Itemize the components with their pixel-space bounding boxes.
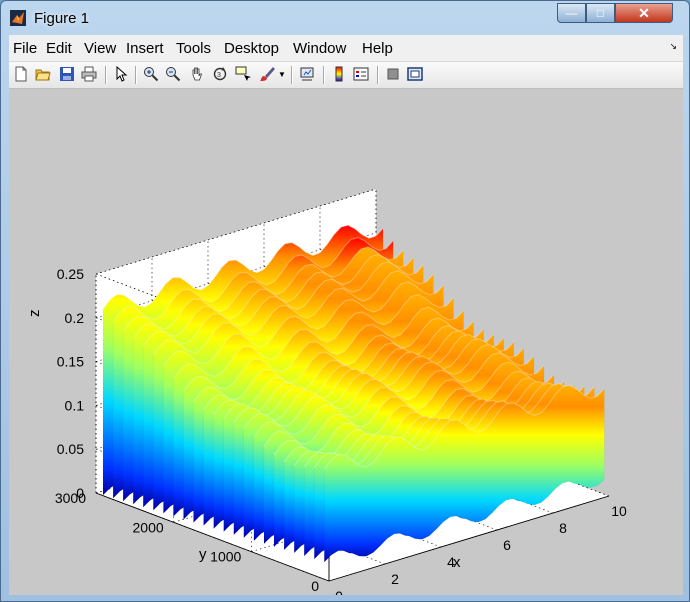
maximize-button[interactable]: □ (586, 3, 615, 23)
pan-hand-icon[interactable] (189, 66, 205, 82)
close-button[interactable]: ✕ (615, 3, 673, 23)
menu-file[interactable]: File (13, 40, 37, 57)
menu-view[interactable]: View (84, 40, 116, 57)
toolbar-separator (291, 66, 293, 84)
z-tick-label: 0.15 (57, 354, 84, 370)
menu-insert[interactable]: Insert (126, 40, 164, 57)
zoom-in-icon[interactable] (143, 66, 159, 82)
minimize-button[interactable]: — (557, 3, 586, 23)
toolbar-separator (377, 66, 379, 84)
menu-bar: File Edit View Insert Tools Desktop Wind… (9, 35, 683, 62)
z-tick-label: 0.05 (57, 441, 84, 457)
z-axis-label: z (26, 310, 43, 318)
colorbar-icon[interactable] (331, 66, 347, 82)
menu-window[interactable]: Window (293, 40, 346, 57)
y-tick-label: 1000 (210, 549, 241, 565)
svg-text:3: 3 (217, 72, 221, 79)
data-cursor-icon[interactable] (235, 66, 251, 82)
figure-canvas[interactable]: 0246810010002000300000.050.10.150.20.25 … (9, 89, 683, 602)
y-axis-label: y (199, 546, 207, 563)
z-tick-label: 0.25 (57, 266, 84, 282)
z-tick-label: 0.1 (65, 397, 85, 413)
menu-edit[interactable]: Edit (46, 40, 72, 57)
y-tick-label: 2000 (133, 519, 164, 535)
figure-toolbar: 3 ▼ (9, 62, 683, 89)
hide-tools-icon[interactable] (385, 66, 401, 82)
show-tools-icon[interactable] (407, 66, 423, 82)
legend-icon[interactable] (353, 66, 369, 82)
x-tick-label: 6 (503, 537, 511, 553)
x-axis-label: x (453, 554, 461, 571)
x-tick-label: 0 (335, 588, 343, 595)
toolbar-separator (323, 66, 325, 84)
x-tick-label: 8 (559, 520, 567, 536)
rotate-3d-icon[interactable]: 3 (212, 66, 228, 82)
print-icon[interactable] (81, 66, 97, 82)
menubar-dock-arrow-icon[interactable]: ↘ (669, 41, 677, 52)
menu-help[interactable]: Help (362, 40, 393, 57)
menu-tools[interactable]: Tools (176, 40, 211, 57)
title-bar[interactable]: Figure 1 — □ ✕ (1, 1, 689, 35)
x-tick-label: 10 (611, 503, 627, 519)
z-tick-label: 0 (76, 485, 84, 501)
arrow-select-icon[interactable] (113, 66, 129, 82)
z-tick-label: 0.2 (65, 310, 85, 326)
brush-icon[interactable] (259, 66, 275, 82)
link-plot-icon[interactable] (299, 66, 315, 82)
toolbar-separator (135, 66, 137, 84)
toolbar-separator (105, 66, 107, 84)
zoom-out-icon[interactable] (165, 66, 181, 82)
y-tick-label: 0 (311, 578, 319, 594)
brush-dropdown-chevron-down-icon[interactable]: ▼ (278, 70, 286, 79)
matlab-logo-icon (10, 10, 26, 26)
window-title: Figure 1 (34, 10, 90, 27)
menu-desktop[interactable]: Desktop (224, 40, 279, 57)
surface-plot[interactable]: 0246810010002000300000.050.10.150.20.25 … (9, 89, 683, 602)
x-tick-label: 2 (391, 571, 399, 587)
new-figure-icon[interactable] (13, 66, 29, 82)
save-icon[interactable] (59, 66, 75, 82)
open-file-icon[interactable] (35, 66, 51, 82)
figure-window: Figure 1 — □ ✕ File Edit View Insert Too… (0, 0, 690, 602)
figure-client: File Edit View Insert Tools Desktop Wind… (9, 35, 683, 602)
